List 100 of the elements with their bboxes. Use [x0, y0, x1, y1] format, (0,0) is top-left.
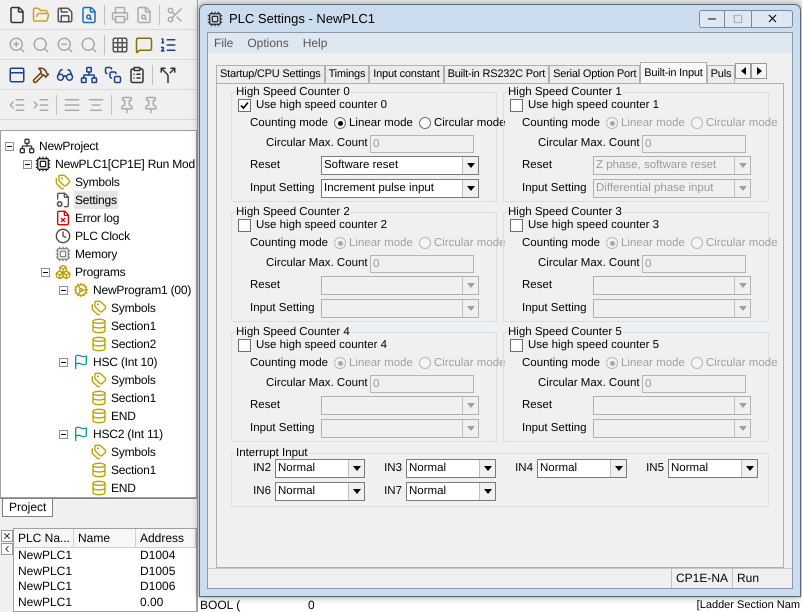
window-icon[interactable]	[8, 66, 26, 84]
radio-button[interactable]	[334, 237, 346, 250]
interrupt-dropdown[interactable]: Normal	[668, 459, 758, 478]
pin-icon[interactable]	[118, 96, 136, 114]
hammer-icon[interactable]	[32, 66, 50, 84]
tab[interactable]: Serial Option Port	[549, 65, 640, 83]
print-icon[interactable]	[111, 6, 129, 24]
cut-icon[interactable]	[166, 6, 184, 24]
interrupt-dropdown[interactable]: Normal	[406, 459, 496, 478]
zoom-in-icon[interactable]	[8, 36, 26, 54]
search-icon[interactable]	[32, 36, 50, 54]
minimize-button[interactable]	[699, 10, 725, 28]
tree-item[interactable]: Memory	[74, 245, 118, 263]
open-folder-icon[interactable]	[32, 6, 50, 24]
unpin-icon[interactable]	[142, 96, 160, 114]
interrupt-dropdown[interactable]: Normal	[537, 459, 627, 478]
tree-item[interactable]: HSC2 (Int 11)	[92, 425, 164, 443]
split-icon[interactable]	[159, 66, 177, 84]
collapse-toggle[interactable]	[59, 286, 68, 294]
checkbox[interactable]	[238, 338, 251, 352]
collapse-toggle[interactable]	[23, 160, 32, 168]
list-icon[interactable]	[159, 36, 177, 54]
checkbox[interactable]	[510, 98, 523, 112]
preview-icon[interactable]	[135, 6, 153, 24]
scroll-left-button[interactable]	[735, 63, 752, 79]
maximize-button[interactable]	[725, 10, 751, 28]
tree-item[interactable]: Section1	[110, 317, 158, 335]
file-search-icon[interactable]	[80, 6, 98, 24]
stack-icon[interactable]	[104, 66, 122, 84]
tree-item[interactable]: Symbols	[110, 443, 157, 461]
checkbox[interactable]	[510, 218, 523, 232]
close-icon[interactable]	[0, 530, 12, 542]
zoom-out-icon[interactable]	[56, 36, 74, 54]
tree-item[interactable]: Symbols	[110, 371, 157, 389]
tab[interactable]: Built-in Input	[640, 62, 707, 83]
radio-button[interactable]	[418, 237, 431, 250]
column-header[interactable]: PLC Na...	[14, 529, 74, 547]
input-setting-dropdown[interactable]	[593, 298, 751, 318]
collapse-toggle[interactable]	[59, 358, 68, 366]
tree-item[interactable]: HSC (Int 10)	[92, 353, 158, 371]
checkbox[interactable]	[238, 98, 251, 112]
tree-item[interactable]: Settings	[74, 191, 118, 209]
interrupt-dropdown[interactable]: Normal	[406, 482, 496, 502]
reset-dropdown[interactable]	[593, 396, 751, 416]
tab[interactable]: Startup/CPU Settings	[216, 65, 325, 83]
new-file-icon[interactable]	[8, 6, 26, 24]
radio-button[interactable]	[334, 357, 346, 370]
radio-button[interactable]	[690, 117, 703, 130]
menu-item[interactable]: File	[214, 34, 234, 52]
input-setting-dropdown[interactable]	[321, 298, 479, 318]
comment-icon[interactable]	[135, 36, 153, 54]
tree-item[interactable]: Section1	[110, 389, 158, 407]
reset-dropdown[interactable]: Software reset	[321, 156, 479, 176]
collapse-toggle[interactable]	[41, 268, 50, 276]
tree-item[interactable]: Symbols	[74, 173, 121, 191]
column-header[interactable]: Address	[136, 529, 196, 547]
radio-button[interactable]	[418, 117, 431, 130]
radio-button[interactable]	[690, 237, 703, 250]
interrupt-dropdown[interactable]: Normal	[275, 459, 365, 478]
magnifier-icon[interactable]	[80, 36, 98, 54]
interrupt-dropdown[interactable]: Normal	[275, 482, 365, 502]
clipboard-icon[interactable]	[128, 66, 146, 84]
radio-button[interactable]	[418, 357, 431, 370]
menu-item[interactable]: Options	[247, 34, 289, 52]
network-icon[interactable]	[80, 66, 98, 84]
reset-dropdown[interactable]	[321, 396, 479, 416]
menu-item[interactable]: Help	[302, 34, 328, 52]
reset-dropdown[interactable]	[593, 276, 751, 296]
grid-icon[interactable]	[111, 36, 129, 54]
collapse-toggle[interactable]	[59, 430, 68, 438]
radio-button[interactable]	[606, 237, 618, 250]
tab[interactable]: Input constant	[369, 65, 444, 83]
panel-tab[interactable]: Project	[2, 499, 54, 517]
tab[interactable]: Built-in RS232C Port	[444, 65, 550, 83]
tab[interactable]: Timings	[324, 65, 370, 83]
tree-item[interactable]: NewProject	[38, 137, 100, 155]
tree-item[interactable]: Programs	[74, 263, 126, 281]
tree-item[interactable]: Section2	[110, 335, 158, 353]
input-setting-dropdown[interactable]	[593, 418, 751, 438]
input-setting-dropdown[interactable]: Increment pulse input	[321, 178, 479, 198]
radio-button[interactable]	[606, 357, 618, 370]
scroll-right-button[interactable]	[751, 63, 768, 79]
tree-item[interactable]: NewPLC1[CP1E] Run Mod	[54, 155, 196, 173]
collapse-toggle[interactable]	[5, 142, 14, 150]
tree-item[interactable]: PLC Clock	[74, 227, 131, 245]
tree-item[interactable]: Error log	[74, 209, 120, 227]
radio-button[interactable]	[690, 357, 703, 370]
radio-button[interactable]	[334, 117, 346, 130]
tree-item[interactable]: END	[110, 479, 137, 497]
tree-item[interactable]: NewProgram1 (00)	[92, 281, 192, 299]
input-setting-dropdown[interactable]	[321, 418, 479, 438]
chevron-left-icon[interactable]	[0, 543, 12, 555]
tree-item[interactable]: END	[110, 407, 137, 425]
checkbox[interactable]	[238, 218, 251, 232]
checkbox[interactable]	[510, 338, 523, 352]
close-button[interactable]	[751, 10, 793, 28]
tab[interactable]: Puls	[706, 65, 736, 83]
save-icon[interactable]	[56, 6, 74, 24]
tree-item[interactable]: Symbols	[110, 299, 157, 317]
reset-dropdown[interactable]	[321, 276, 479, 296]
